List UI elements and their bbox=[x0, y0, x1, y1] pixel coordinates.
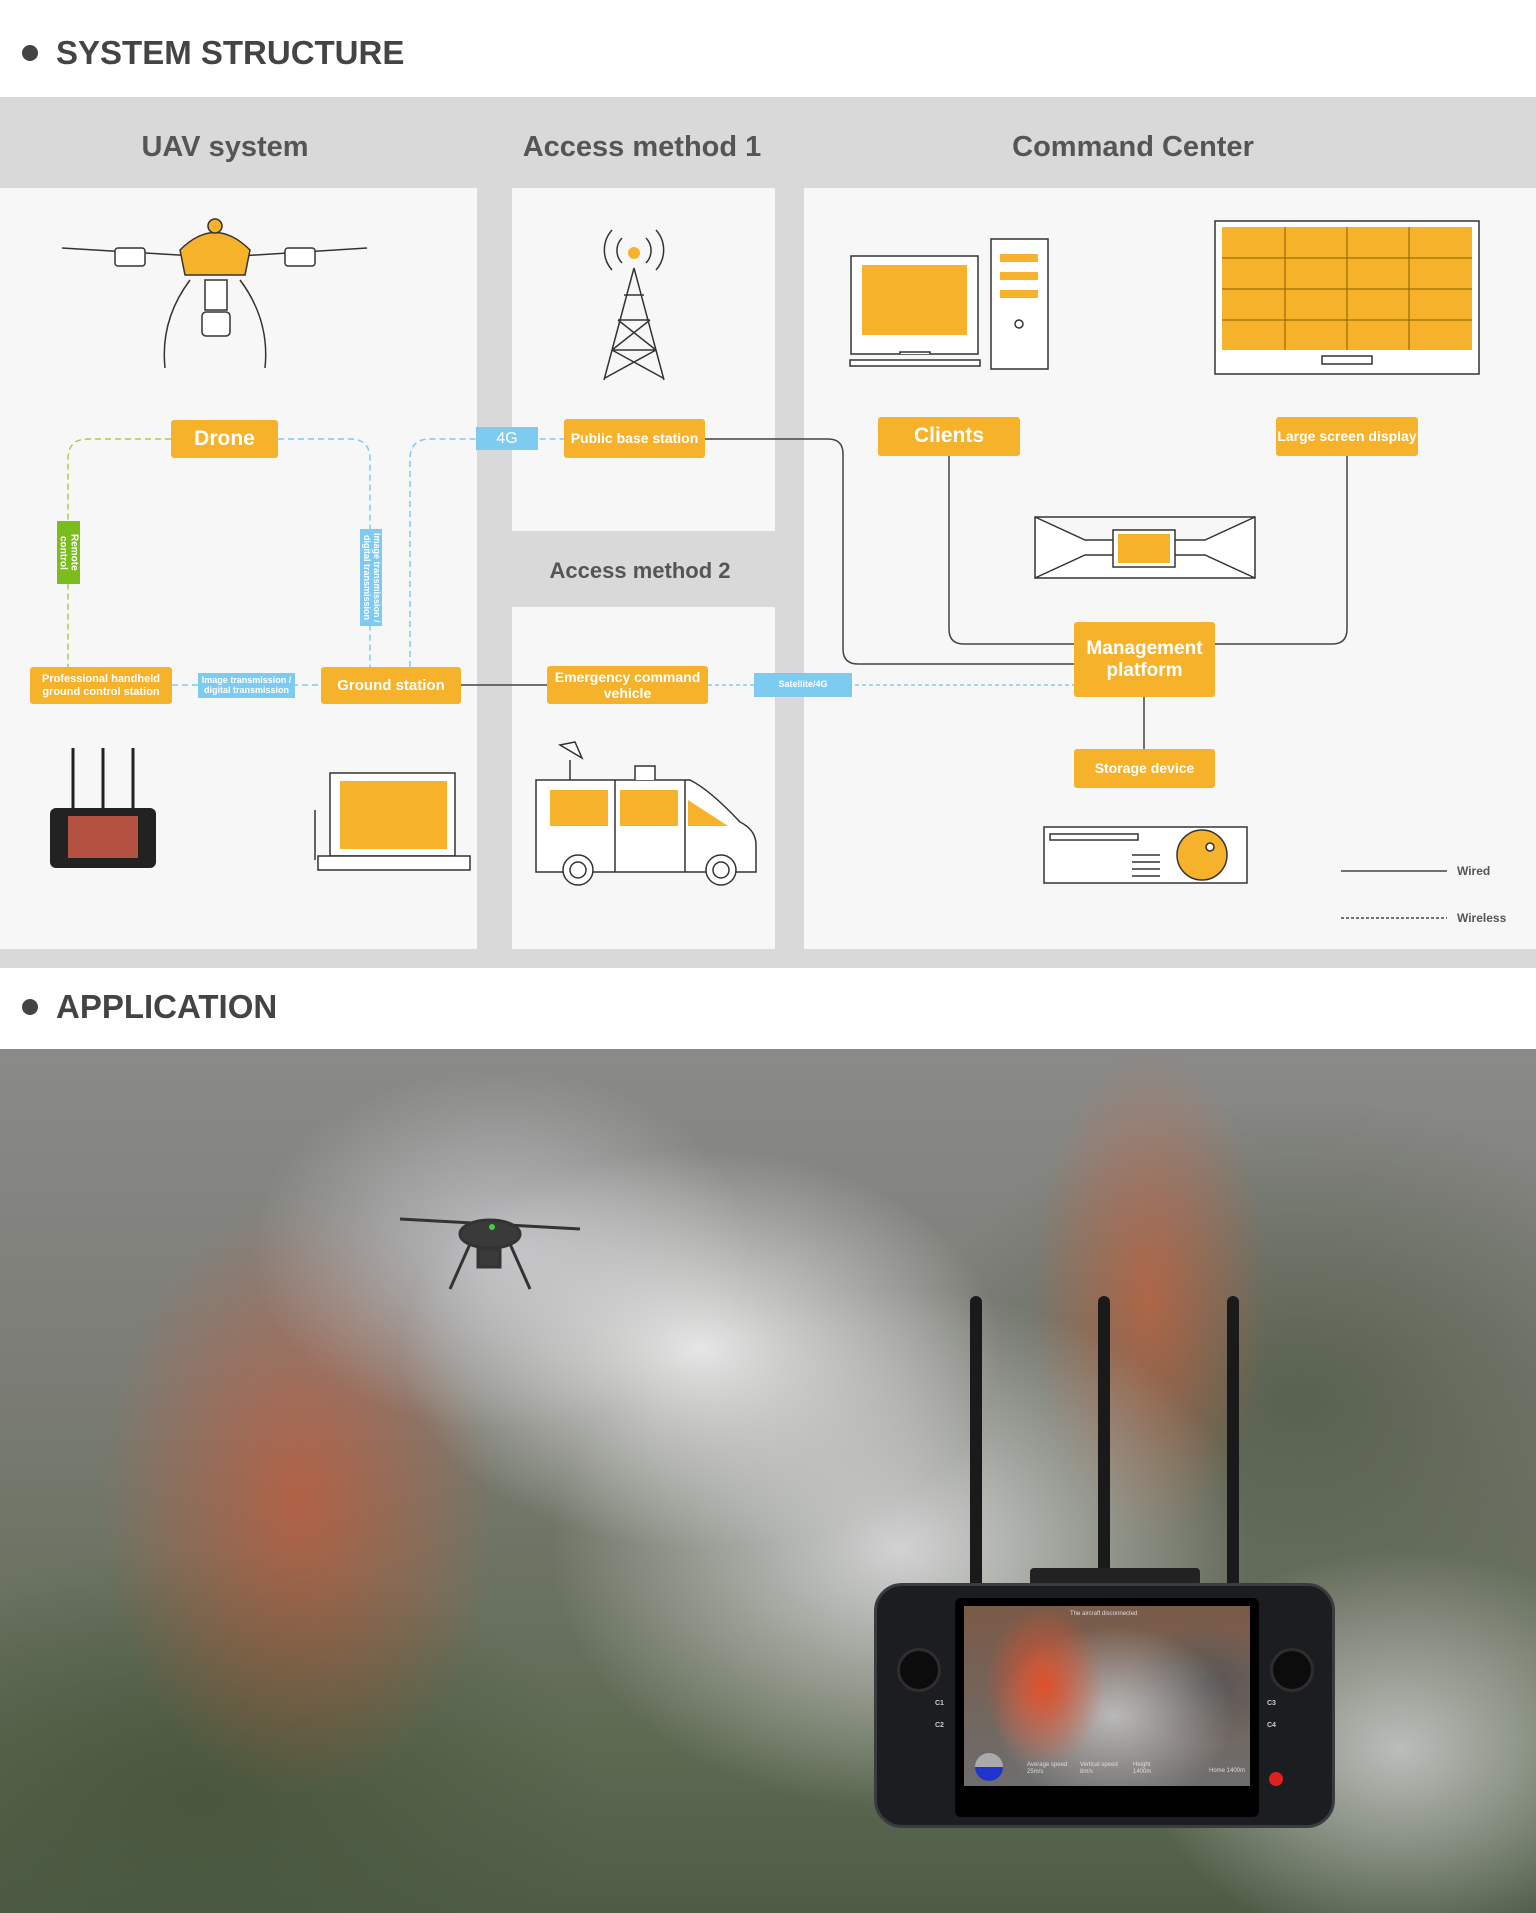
legend-wired: Wired bbox=[1457, 864, 1491, 878]
node-large-screen: Large screen display bbox=[1276, 417, 1418, 456]
power-button[interactable] bbox=[1269, 1772, 1283, 1786]
antenna bbox=[1227, 1296, 1239, 1596]
avg-speed-value: 25m/s bbox=[1027, 1769, 1044, 1775]
height-label: Height bbox=[1133, 1762, 1151, 1768]
4g-link bbox=[409, 438, 564, 667]
node-drone: Drone bbox=[171, 420, 278, 458]
avg-speed-label: Average speed bbox=[1027, 1762, 1068, 1768]
remote-controller: C1 C2 C3 C4 The aircraft disconnected Av… bbox=[874, 1583, 1335, 1828]
link-label-satellite: Satellite/4G bbox=[754, 673, 852, 697]
link-label-image-horizontal: Image transmission / digital transmissio… bbox=[198, 673, 295, 698]
storage-device-illustration bbox=[1043, 826, 1248, 884]
ground-station-laptop-illustration bbox=[314, 772, 471, 871]
antenna bbox=[970, 1296, 982, 1596]
node-management-platform: Management platform bbox=[1074, 622, 1215, 697]
left-joystick[interactable] bbox=[897, 1648, 941, 1692]
node-ground-station: Ground station bbox=[321, 667, 461, 704]
vert-speed-label: Vertical speed bbox=[1080, 1762, 1118, 1768]
button-c2[interactable]: C2 bbox=[935, 1722, 944, 1729]
link-label-4g: 4G bbox=[476, 427, 538, 450]
image-link-vertical bbox=[278, 438, 371, 667]
home-distance: Home 1400m bbox=[1209, 1768, 1246, 1774]
controller-screen: The aircraft disconnected Average speed … bbox=[955, 1598, 1259, 1817]
large-screen-illustration bbox=[1214, 220, 1480, 375]
vert-speed-value: 8m/s bbox=[1080, 1769, 1094, 1775]
drone-illustration bbox=[61, 218, 368, 369]
node-storage-device: Storage device bbox=[1074, 749, 1215, 788]
base-station-tower-illustration bbox=[603, 229, 665, 381]
bullet-icon bbox=[22, 999, 38, 1015]
link-label-remote-control: Remote control bbox=[57, 521, 80, 584]
legend-wireless: Wireless bbox=[1457, 911, 1507, 925]
server-illustration bbox=[1034, 516, 1256, 579]
drone-in-photo bbox=[399, 1217, 581, 1290]
diagram-lines bbox=[50, 218, 1480, 919]
node-public-base-station: Public base station bbox=[564, 419, 705, 458]
right-joystick[interactable] bbox=[1270, 1648, 1314, 1692]
client-computer-illustration bbox=[849, 238, 1049, 370]
handheld-controller-illustration bbox=[50, 748, 156, 868]
node-handheld-station: Professional handheld ground control sta… bbox=[30, 667, 172, 704]
node-emergency-vehicle: Emergency command vehicle bbox=[547, 666, 708, 704]
remote-control-link bbox=[67, 438, 171, 667]
antenna bbox=[1098, 1296, 1110, 1596]
button-c4[interactable]: C4 bbox=[1267, 1722, 1276, 1729]
wired-base-management bbox=[705, 438, 1074, 665]
height-value: 1400m bbox=[1133, 1769, 1152, 1775]
link-label-image-vertical: Image transmission / digital transmissio… bbox=[360, 529, 382, 626]
node-clients: Clients bbox=[878, 417, 1020, 456]
live-video-feed bbox=[964, 1606, 1250, 1786]
button-c1[interactable]: C1 bbox=[935, 1700, 944, 1707]
connection-status: The aircraft disconnected bbox=[1070, 1611, 1138, 1617]
section-header-application: APPLICATION bbox=[22, 988, 277, 1026]
attitude-indicator bbox=[975, 1753, 1003, 1781]
button-c3[interactable]: C3 bbox=[1267, 1700, 1276, 1707]
emergency-vehicle-illustration bbox=[535, 741, 757, 886]
section-title: APPLICATION bbox=[56, 988, 278, 1025]
